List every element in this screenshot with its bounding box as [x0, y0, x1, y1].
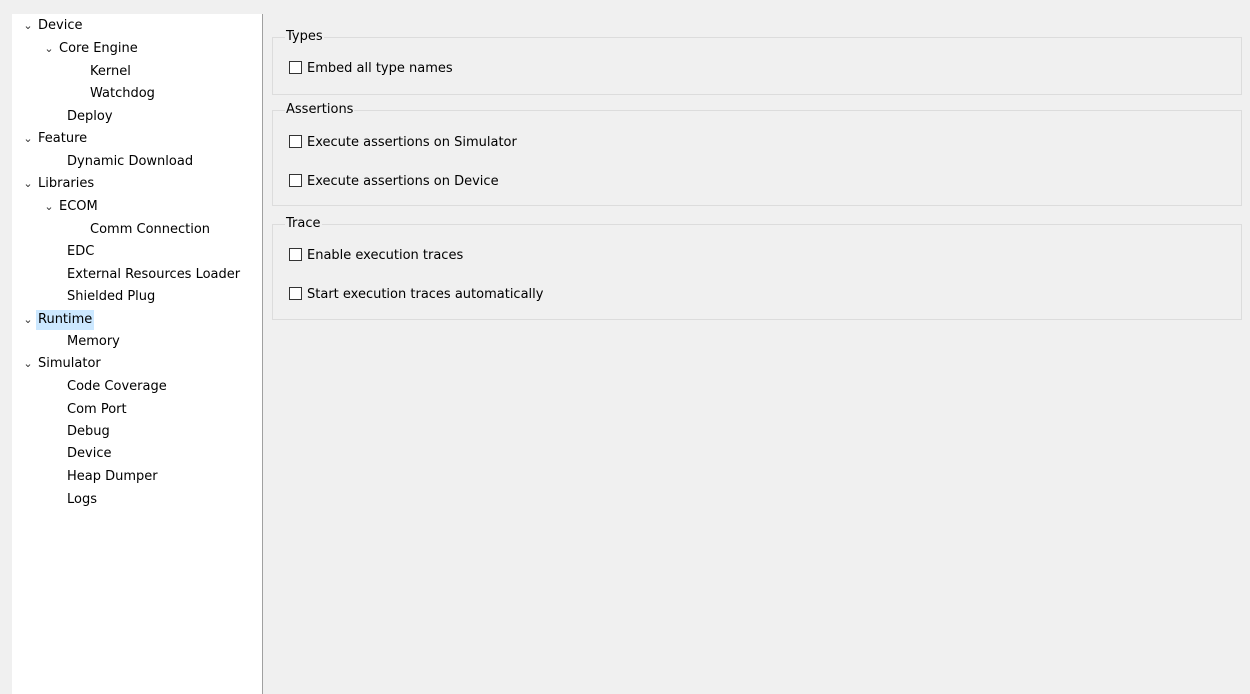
chevron-down-icon[interactable]: ⌄ — [20, 129, 36, 149]
tree-item-deploy[interactable]: Deploy — [65, 107, 115, 127]
tree-item-label: Dynamic Download — [67, 154, 194, 169]
tree-item-debug[interactable]: Debug — [65, 422, 112, 442]
tree-item-label: Kernel — [90, 64, 131, 79]
tree-item-label: Device — [67, 446, 112, 461]
checkbox-label: Execute assertions on Simulator — [307, 135, 517, 150]
assertions-group: Assertions Execute assertions on Simulat… — [272, 102, 1242, 206]
tree-item-simulator[interactable]: ⌄ Simulator — [20, 354, 103, 374]
tree-item-code-coverage[interactable]: Code Coverage — [65, 377, 169, 397]
group-title: Trace — [285, 216, 322, 232]
auto-start-traces-checkbox[interactable]: Start execution traces automatically — [289, 286, 543, 304]
tree-item-logs[interactable]: Logs — [65, 490, 99, 510]
types-group: Types Embed all type names — [272, 29, 1242, 95]
chevron-down-icon[interactable]: ⌄ — [20, 354, 36, 374]
checkbox-box[interactable] — [289, 174, 302, 187]
checkbox-box[interactable] — [289, 61, 302, 74]
checkbox-label: Execute assertions on Device — [307, 174, 499, 189]
tree-item-comm-connection[interactable]: Comm Connection — [88, 220, 212, 240]
group-title: Assertions — [285, 102, 355, 118]
tree-item-label: EDC — [67, 244, 95, 259]
checkbox-box[interactable] — [289, 135, 302, 148]
trace-group: Trace Enable execution traces Start exec… — [272, 216, 1242, 320]
tree-item-label: Memory — [67, 334, 120, 349]
chevron-down-icon[interactable]: ⌄ — [41, 39, 57, 59]
tree-item-label: Code Coverage — [67, 379, 167, 394]
assertions-device-checkbox[interactable]: Execute assertions on Device — [289, 173, 499, 191]
preferences-window: ⌄ Device ⌄ Core Engine Kernel Watchdog Dep… — [0, 0, 1250, 694]
chevron-down-icon[interactable]: ⌄ — [41, 197, 57, 217]
tree-item-external-resources-loader[interactable]: External Resources Loader — [65, 265, 242, 285]
tree-item-label: Com Port — [67, 402, 127, 417]
tree-item-label: Watchdog — [90, 86, 155, 101]
tree-item-label: Deploy — [67, 109, 113, 124]
tree-item-label: Debug — [67, 424, 110, 439]
tree-item-label: External Resources Loader — [67, 267, 241, 282]
tree-item-label: ECOM — [59, 199, 98, 214]
tree-item-runtime[interactable]: ⌄ Runtime — [20, 310, 95, 330]
tree-item-label: Shielded Plug — [67, 289, 156, 304]
tree-item-kernel[interactable]: Kernel — [88, 62, 133, 82]
runtime-settings-panel: Types Embed all type names Assertions Ex… — [264, 14, 1250, 694]
tree-item-label: Logs — [67, 492, 97, 507]
tree-item-label: Feature — [38, 131, 88, 146]
checkbox-label: Start execution traces automatically — [307, 287, 544, 302]
checkbox-label: Enable execution traces — [307, 248, 464, 263]
enable-traces-checkbox[interactable]: Enable execution traces — [289, 247, 463, 265]
tree-item-simulator-device[interactable]: Device — [65, 444, 113, 464]
checkbox-box[interactable] — [289, 248, 302, 261]
preferences-tree[interactable]: ⌄ Device ⌄ Core Engine Kernel Watchdog Dep… — [12, 14, 263, 694]
tree-item-feature[interactable]: ⌄ Feature — [20, 129, 89, 149]
tree-item-ecom[interactable]: ⌄ ECOM — [41, 197, 100, 217]
tree-item-label: Device — [38, 18, 83, 33]
tree-item-core-engine[interactable]: ⌄ Core Engine — [41, 39, 140, 59]
tree-item-heap-dumper[interactable]: Heap Dumper — [65, 467, 160, 487]
tree-item-memory[interactable]: Memory — [65, 332, 122, 352]
tree-item-device[interactable]: ⌄ Device — [20, 16, 84, 36]
tree-item-label: Comm Connection — [90, 222, 211, 237]
tree-item-watchdog[interactable]: Watchdog — [88, 84, 157, 104]
assertions-simulator-checkbox[interactable]: Execute assertions on Simulator — [289, 134, 517, 152]
tree-item-label: Simulator — [38, 356, 101, 371]
tree-item-dynamic-download[interactable]: Dynamic Download — [65, 152, 195, 172]
group-title: Types — [285, 29, 324, 45]
embed-type-names-checkbox[interactable]: Embed all type names — [289, 60, 453, 78]
tree-item-edc[interactable]: EDC — [65, 242, 96, 262]
tree-item-label: Heap Dumper — [67, 469, 158, 484]
chevron-down-icon[interactable]: ⌄ — [20, 310, 36, 330]
checkbox-box[interactable] — [289, 287, 302, 300]
chevron-down-icon[interactable]: ⌄ — [20, 174, 36, 194]
tree-item-shielded-plug[interactable]: Shielded Plug — [65, 287, 157, 307]
tree-item-libraries[interactable]: ⌄ Libraries — [20, 174, 96, 194]
tree-item-label: Runtime — [36, 310, 95, 330]
chevron-down-icon[interactable]: ⌄ — [20, 16, 36, 36]
checkbox-label: Embed all type names — [307, 61, 453, 76]
tree-item-com-port[interactable]: Com Port — [65, 400, 129, 420]
tree-item-label: Libraries — [38, 176, 95, 191]
tree-item-label: Core Engine — [59, 41, 138, 56]
